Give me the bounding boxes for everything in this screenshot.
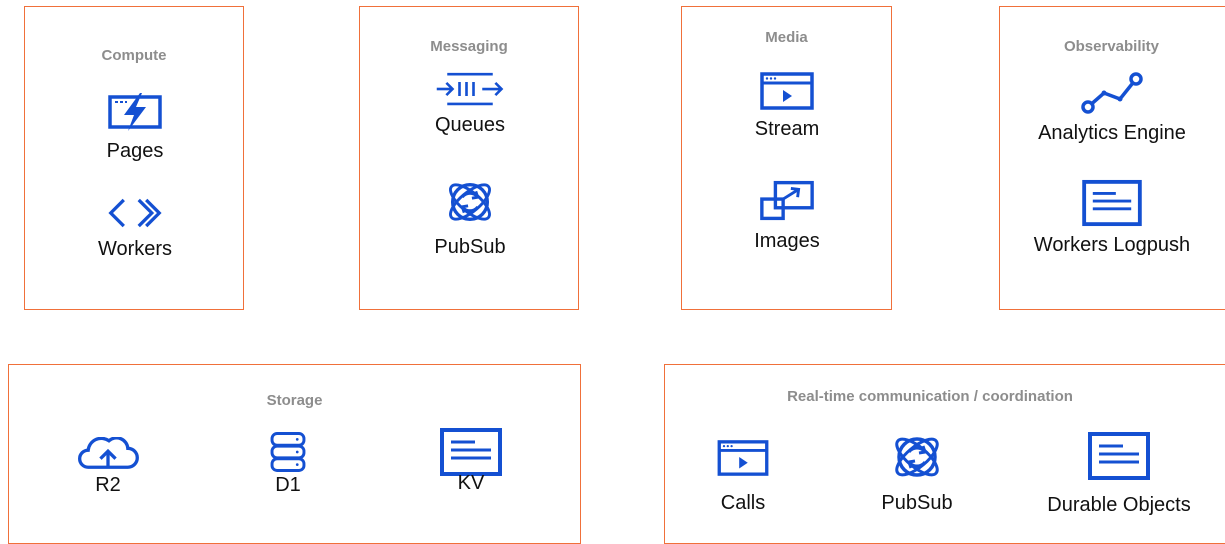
- workers-logpush-label: Workers Logpush: [1033, 234, 1191, 256]
- document-lines-icon: [1087, 431, 1151, 481]
- media-title: Media: [765, 29, 808, 46]
- images-item: Images: [677, 179, 897, 253]
- resize-frames-icon: [758, 179, 816, 223]
- document-lines-icon: [1081, 179, 1143, 227]
- document-lines-icon: [439, 427, 503, 477]
- database-stack-icon: [268, 431, 308, 473]
- kv-label: KV: [457, 472, 485, 494]
- line-graph-icon: [1080, 71, 1144, 115]
- stream-item: Stream: [677, 71, 897, 141]
- queues-item: Queues: [360, 71, 580, 137]
- pubsub-label: PubSub: [434, 236, 506, 258]
- realtime-group: Real-time communication / coordination C…: [664, 364, 1225, 544]
- storage-title: Storage: [266, 392, 323, 409]
- workers-item: Workers: [25, 195, 245, 261]
- storage-group: Storage R2 D1 KV: [8, 364, 581, 544]
- analytics-engine-item: Analytics Engine: [1002, 71, 1222, 145]
- pages-label: Pages: [106, 140, 164, 162]
- messaging-title: Messaging: [430, 38, 508, 55]
- lightning-window-icon: [107, 91, 163, 133]
- observability-title: Observability: [1063, 38, 1160, 55]
- code-chevrons-icon: [107, 195, 163, 231]
- queue-icon: [435, 71, 505, 107]
- kv-item: KV: [361, 427, 581, 495]
- media-group: Media Stream Images: [681, 6, 892, 310]
- pages-item: Pages: [25, 91, 245, 163]
- durable-objects-item: Durable Objects: [1009, 431, 1225, 517]
- workers-logpush-item: Workers Logpush: [1002, 179, 1222, 257]
- images-label: Images: [754, 230, 820, 252]
- cloud-upload-icon: [73, 437, 143, 471]
- durable-objects-label: Durable Objects: [1047, 494, 1191, 516]
- realtime-title: Real-time communication / coordination: [787, 388, 1073, 405]
- queues-label: Queues: [434, 114, 506, 136]
- video-window-icon: [715, 439, 771, 477]
- video-window-icon: [759, 71, 815, 111]
- realtime-pubsub-label: PubSub: [881, 492, 953, 514]
- globe-arrows-icon: [443, 175, 497, 229]
- realtime-pubsub-item: PubSub: [807, 429, 1027, 515]
- observability-group: Observability Analytics Engine Workers L…: [999, 6, 1225, 310]
- compute-title: Compute: [101, 47, 167, 64]
- stream-label: Stream: [754, 118, 820, 140]
- analytics-engine-label: Analytics Engine: [1038, 122, 1186, 144]
- pubsub-item: PubSub: [360, 175, 580, 259]
- globe-arrows-icon: [889, 429, 945, 485]
- compute-group: Compute Pages Workers: [24, 6, 244, 310]
- messaging-group: Messaging Queues PubSub: [359, 6, 579, 310]
- workers-label: Workers: [97, 238, 173, 260]
